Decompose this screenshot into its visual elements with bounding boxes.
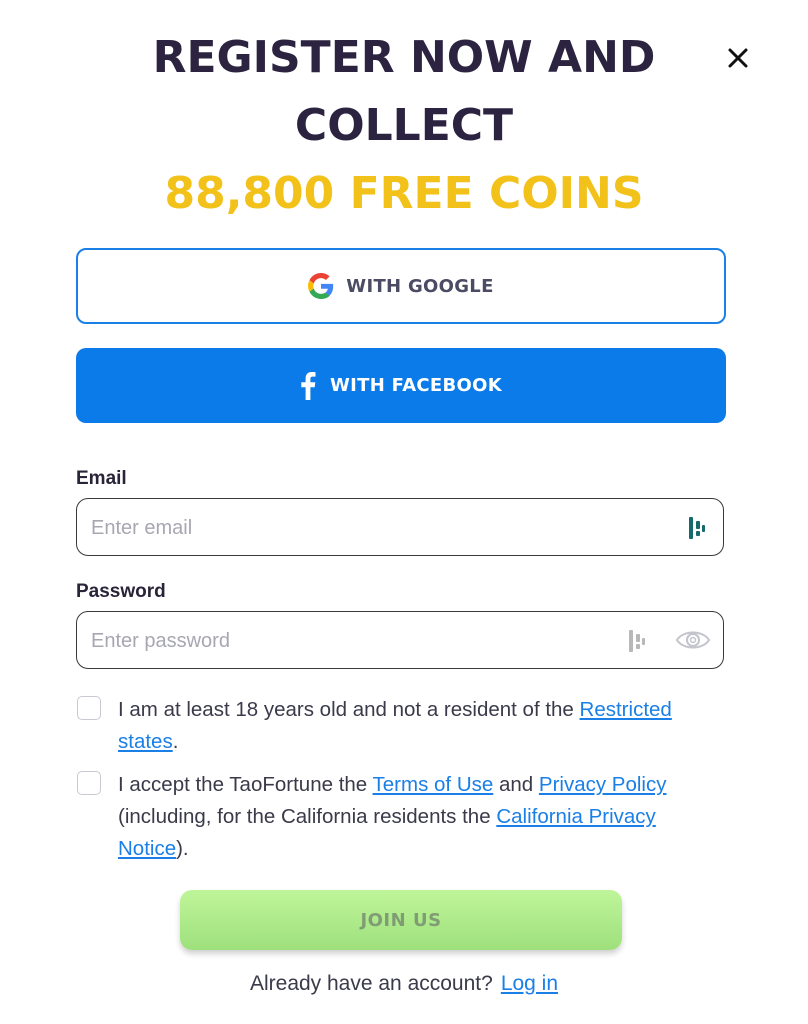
email-field-wrapper — [76, 498, 724, 557]
age-consent-text: I am at least 18 years old and not a res… — [118, 694, 718, 758]
page-title: REGISTER NOW AND COLLECT 88,800 FREE COI… — [0, 24, 808, 228]
join-us-button[interactable]: JOIN US — [180, 890, 622, 950]
login-prompt-text: Already have an account? — [249, 972, 493, 995]
age-consent-label: I am at least 18 years old and not a res… — [118, 698, 580, 721]
facebook-signin-button[interactable]: WITH FACEBOOK — [76, 348, 726, 423]
age-consent-tail: . — [172, 730, 179, 753]
password-manager-icon[interactable] — [627, 629, 647, 653]
headline-coins-offer: 88,800 FREE COINS — [164, 168, 644, 219]
eye-icon[interactable] — [675, 625, 711, 655]
terms-of-use-link[interactable]: Terms of Use — [373, 773, 494, 796]
terms-consent-tail: ). — [176, 837, 189, 860]
privacy-policy-link[interactable]: Privacy Policy — [539, 773, 667, 796]
terms-consent-text: I accept the TaoFortune the Terms of Use… — [118, 769, 718, 865]
facebook-icon — [301, 371, 316, 400]
login-prompt: Already have an account? Log in — [0, 972, 808, 996]
google-signin-button[interactable]: WITH GOOGLE — [76, 248, 726, 324]
headline-line-2: COLLECT — [294, 100, 514, 151]
google-button-label: WITH GOOGLE — [346, 275, 494, 297]
terms-consent-label: I accept the TaoFortune the — [118, 773, 373, 796]
email-field[interactable] — [89, 499, 613, 557]
join-us-label: JOIN US — [360, 909, 442, 931]
password-label: Password — [76, 581, 166, 602]
login-link[interactable]: Log in — [501, 972, 558, 995]
terms-consent-row: I accept the TaoFortune the Terms of Use… — [76, 769, 726, 867]
facebook-button-label: WITH FACEBOOK — [330, 375, 502, 396]
terms-california-text: (including, for the California residents… — [118, 805, 497, 828]
register-modal: REGISTER NOW AND COLLECT 88,800 FREE COI… — [0, 0, 808, 1024]
headline-line-1: REGISTER NOW AND — [152, 32, 656, 83]
password-manager-icon[interactable] — [687, 516, 707, 540]
password-field-wrapper — [76, 611, 724, 670]
email-label: Email — [76, 468, 127, 489]
terms-consent-checkbox[interactable] — [77, 771, 101, 795]
terms-and-text: and — [493, 773, 539, 796]
age-consent-checkbox[interactable] — [77, 696, 101, 720]
age-consent-row: I am at least 18 years old and not a res… — [76, 694, 726, 760]
password-field[interactable] — [89, 612, 613, 670]
google-icon — [308, 273, 334, 299]
